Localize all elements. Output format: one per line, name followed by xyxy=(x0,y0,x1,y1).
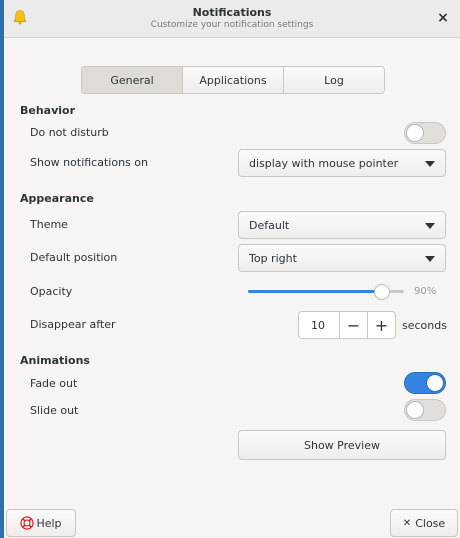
section-animations-title: Animations xyxy=(20,354,90,367)
dropdown-arrow-icon xyxy=(425,161,435,167)
theme-dropdown[interactable]: Default xyxy=(238,211,446,239)
opacity-label: Opacity xyxy=(30,285,73,298)
tab-log[interactable]: Log xyxy=(284,67,384,93)
slide-out-switch[interactable] xyxy=(404,399,446,421)
disappear-after-value[interactable]: 10 xyxy=(299,312,339,338)
show-notifications-on-dropdown[interactable]: display with mouse pointer xyxy=(238,149,446,177)
section-behavior-title: Behavior xyxy=(20,104,76,117)
do-not-disturb-label: Do not disturb xyxy=(30,126,109,139)
disappear-after-spinbutton: 10 − + xyxy=(298,311,396,339)
dropdown-arrow-icon xyxy=(425,223,435,229)
close-icon[interactable]: × xyxy=(436,11,450,25)
fade-out-label: Fade out xyxy=(30,377,78,390)
dropdown-value: Top right xyxy=(249,251,297,265)
show-notifications-on-label: Show notifications on xyxy=(30,156,148,169)
dialog-subtitle: Customize your notification settings xyxy=(150,20,314,30)
tab-applications[interactable]: Applications xyxy=(183,67,284,93)
switch-knob xyxy=(406,124,424,142)
slide-out-label: Slide out xyxy=(30,404,79,417)
dropdown-value: Default xyxy=(249,218,290,232)
close-button-label: Close xyxy=(415,516,446,530)
dialog-title: Notifications xyxy=(192,6,272,19)
disappear-after-label: Disappear after xyxy=(30,318,116,331)
opacity-value: 90% xyxy=(414,286,437,297)
switch-knob xyxy=(426,374,444,392)
default-position-dropdown[interactable]: Top right xyxy=(238,244,446,272)
default-position-label: Default position xyxy=(30,251,118,264)
do-not-disturb-switch[interactable] xyxy=(404,122,446,144)
tab-bar: General Applications Log xyxy=(81,66,385,94)
section-appearance-title: Appearance xyxy=(20,192,94,205)
slider-handle[interactable] xyxy=(374,284,390,300)
theme-label: Theme xyxy=(30,218,68,231)
increment-button[interactable]: + xyxy=(367,312,395,338)
show-preview-button[interactable]: Show Preview xyxy=(238,430,446,460)
help-button[interactable]: Help xyxy=(6,509,76,537)
notifications-dialog: Notifications Customize your notificatio… xyxy=(4,0,460,538)
switch-knob xyxy=(406,401,424,419)
seconds-unit-label: seconds xyxy=(402,319,447,332)
opacity-slider[interactable] xyxy=(248,284,404,300)
slider-fill xyxy=(248,290,382,293)
help-button-label: Help xyxy=(36,516,62,530)
dropdown-arrow-icon xyxy=(425,256,435,262)
fade-out-switch[interactable] xyxy=(404,372,446,394)
decrement-button[interactable]: − xyxy=(339,312,367,338)
dropdown-value: display with mouse pointer xyxy=(249,156,399,170)
tab-general[interactable]: General xyxy=(82,67,183,93)
close-button[interactable]: ✕ Close xyxy=(390,509,458,537)
help-icon xyxy=(20,516,35,530)
close-icon: ✕ xyxy=(402,517,412,529)
header-bar: Notifications Customize your notificatio… xyxy=(4,0,460,38)
